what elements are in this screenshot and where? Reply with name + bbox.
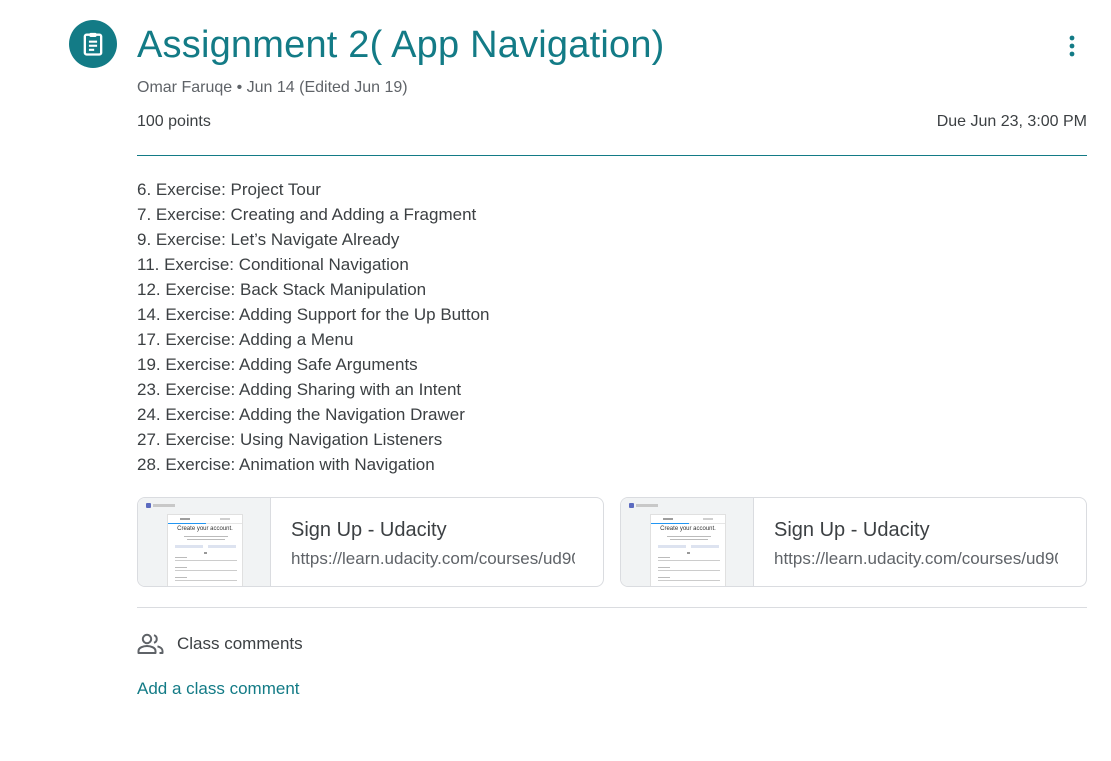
people-icon [137,633,164,654]
author-date-meta: Omar Faruqe • Jun 14 (Edited Jun 19) [137,79,408,96]
description-line: 12. Exercise: Back Stack Manipulation [137,280,427,299]
class-comments-header: Class comments [137,631,303,657]
points-label: 100 points [137,113,211,130]
page-title: Assignment 2( App Navigation) [137,24,665,66]
description-line: 9. Exercise: Let’s Navigate Already [137,230,400,249]
more-vert-icon [1069,35,1075,57]
due-date: Due Jun 23, 3:00 PM [936,113,1087,130]
description-line: 28. Exercise: Animation with Navigation [137,455,435,474]
attachment-url: https://learn.udacity.com/courses/ud9012 [291,549,575,568]
add-class-comment-link[interactable]: Add a class comment [137,677,300,701]
more-options-button[interactable] [1056,30,1088,62]
description-line: 27. Exercise: Using Navigation Listeners [137,430,443,449]
description-line: 24. Exercise: Adding the Navigation Draw… [137,405,465,424]
attachment-title: Sign Up - Udacity [774,519,930,541]
thumbnail-heading: Create your account. [177,526,233,532]
description-line: 23. Exercise: Adding Sharing with an Int… [137,380,462,399]
description-line: 14. Exercise: Adding Support for the Up … [137,305,490,324]
description-line: 11. Exercise: Conditional Navigation [137,255,409,274]
thumbnail-heading: Create your account. [660,526,716,532]
attachment-title: Sign Up - Udacity [291,519,447,541]
assignment-description: 6. Exercise: Project Tour 7. Exercise: C… [137,177,490,477]
description-line: 7. Exercise: Creating and Adding a Fragm… [137,205,477,224]
header-divider [137,155,1087,156]
description-line: 6. Exercise: Project Tour [137,180,321,199]
attachment-card[interactable]: Create your account. Sign Up - Udacity h… [620,497,1087,587]
comments-divider [137,607,1087,608]
assignment-icon [69,20,117,68]
attachment-thumbnail: Create your account. [138,498,271,586]
attachment-card[interactable]: Create your account. Sign Up - Udacity h… [137,497,604,587]
attachment-url: https://learn.udacity.com/courses/ud9012 [774,549,1058,568]
class-comments-label: Class comments [177,634,303,653]
description-line: 19. Exercise: Adding Safe Arguments [137,355,418,374]
description-line: 17. Exercise: Adding a Menu [137,330,354,349]
attachment-thumbnail: Create your account. [621,498,754,586]
